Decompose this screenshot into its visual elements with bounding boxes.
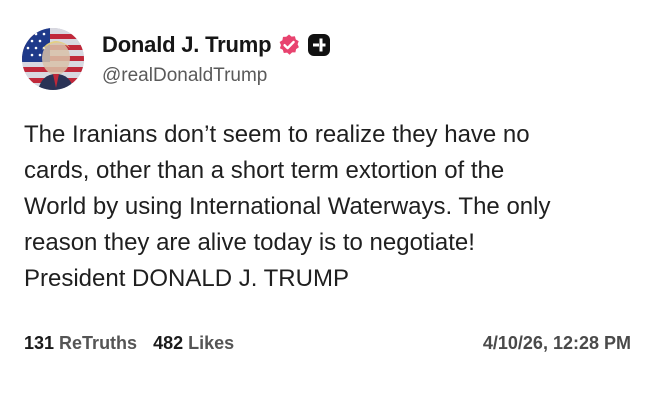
name-row: Donald J. Trump: [102, 31, 331, 59]
post-text: The Iranians don’t seem to realize they …: [24, 121, 551, 292]
likes-label: Likes: [188, 332, 235, 353]
post-stats: 131 ReTruths 482 Likes: [24, 331, 250, 355]
author-identity: Donald J. Trump @realDonaldTrump: [102, 31, 331, 87]
likes-count: 482: [153, 332, 184, 353]
likes-stat[interactable]: 482 Likes: [153, 333, 234, 354]
flag-portrait-avatar-icon: [22, 28, 84, 90]
truth-post: Donald J. Trump @realDonaldTrump The Ira…: [0, 0, 655, 401]
retruths-count: 131: [24, 332, 55, 353]
avatar[interactable]: [22, 28, 84, 90]
post-timestamp[interactable]: 4/10/26, 12:28 PM: [483, 331, 631, 355]
retruths-label: ReTruths: [59, 332, 138, 353]
display-name[interactable]: Donald J. Trump: [102, 32, 272, 58]
post-header: Donald J. Trump @realDonaldTrump: [22, 28, 331, 90]
verified-badge-icon: [277, 33, 301, 57]
user-handle[interactable]: @realDonaldTrump: [102, 65, 331, 87]
retruths-stat[interactable]: 131 ReTruths: [24, 333, 137, 354]
truth-social-icon: [307, 33, 331, 57]
